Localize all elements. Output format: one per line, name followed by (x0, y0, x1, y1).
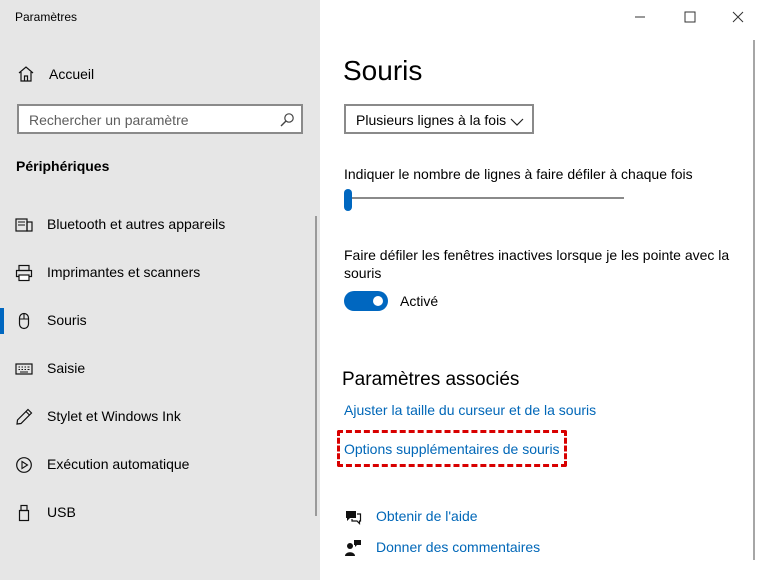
lines-slider-track[interactable] (348, 197, 624, 199)
sidebar-item-label: Souris (47, 312, 87, 328)
selected-indicator (0, 308, 4, 334)
sidebar-item-label: Exécution automatique (47, 456, 190, 472)
minimize-button[interactable] (630, 8, 650, 26)
sidebar: Paramètres Accueil Rechercher un paramèt… (0, 0, 320, 580)
bluetooth-devices-icon (15, 216, 33, 234)
additional-mouse-options-link[interactable]: Options supplémentaires de souris (344, 441, 560, 457)
scroll-mode-dropdown[interactable]: Plusieurs lignes à la fois (344, 104, 534, 134)
related-settings-title: Paramètres associés (342, 369, 520, 390)
help-chat-icon (344, 508, 362, 526)
usb-icon (15, 504, 33, 522)
search-input[interactable]: Rechercher un paramètre (17, 104, 303, 134)
pen-icon (15, 408, 33, 426)
lines-label: Indiquer le nombre de lignes à faire déf… (344, 166, 693, 182)
search-placeholder: Rechercher un paramètre (29, 112, 189, 128)
sidebar-item-home[interactable]: Accueil (0, 60, 320, 88)
sidebar-item-typing[interactable]: Saisie (0, 349, 316, 389)
feedback-link[interactable]: Donner des commentaires (344, 537, 644, 561)
chevron-down-icon (510, 114, 524, 126)
sidebar-scrollbar[interactable] (315, 216, 317, 516)
sidebar-item-label: USB (47, 504, 76, 520)
toggle-state-label: Activé (400, 293, 439, 309)
app-title: Paramètres (15, 10, 78, 24)
sidebar-item-mouse[interactable]: Souris (0, 301, 316, 341)
sidebar-item-label: Imprimantes et scanners (47, 264, 201, 280)
sidebar-item-usb[interactable]: USB (0, 493, 316, 533)
sidebar-item-label: Stylet et Windows Ink (47, 408, 181, 424)
feedback-label: Donner des commentaires (376, 539, 541, 555)
search-icon[interactable] (279, 112, 295, 128)
home-label: Accueil (49, 66, 95, 82)
keyboard-icon (15, 360, 33, 378)
inactive-scroll-label: Faire défiler les fenêtres inactives lor… (344, 247, 730, 281)
dropdown-value: Plusieurs lignes à la fois (356, 112, 507, 128)
mouse-icon (15, 312, 33, 330)
sidebar-item-pen[interactable]: Stylet et Windows Ink (0, 397, 316, 437)
inactive-scroll-toggle[interactable] (344, 291, 388, 311)
main-scrollbar[interactable] (753, 40, 755, 560)
cursor-size-link[interactable]: Ajuster la taille du curseur et de la so… (344, 402, 596, 418)
maximize-button[interactable] (680, 8, 700, 26)
sidebar-item-bluetooth[interactable]: Bluetooth et autres appareils (0, 205, 316, 245)
close-button[interactable] (728, 8, 748, 26)
home-icon (17, 65, 35, 83)
toggle-knob (373, 296, 383, 306)
get-help-label: Obtenir de l'aide (376, 508, 478, 524)
sidebar-item-printers[interactable]: Imprimantes et scanners (0, 253, 316, 293)
sidebar-item-label: Bluetooth et autres appareils (47, 216, 226, 232)
printer-icon (15, 264, 33, 282)
lines-slider-thumb[interactable] (344, 189, 352, 211)
sidebar-item-autoplay[interactable]: Exécution automatique (0, 445, 316, 485)
sidebar-item-label: Saisie (47, 360, 86, 376)
autoplay-icon (15, 456, 33, 474)
page-title: Souris (343, 55, 423, 86)
feedback-icon (344, 539, 362, 557)
get-help-link[interactable]: Obtenir de l'aide (344, 506, 644, 530)
section-title: Périphériques (16, 158, 110, 174)
